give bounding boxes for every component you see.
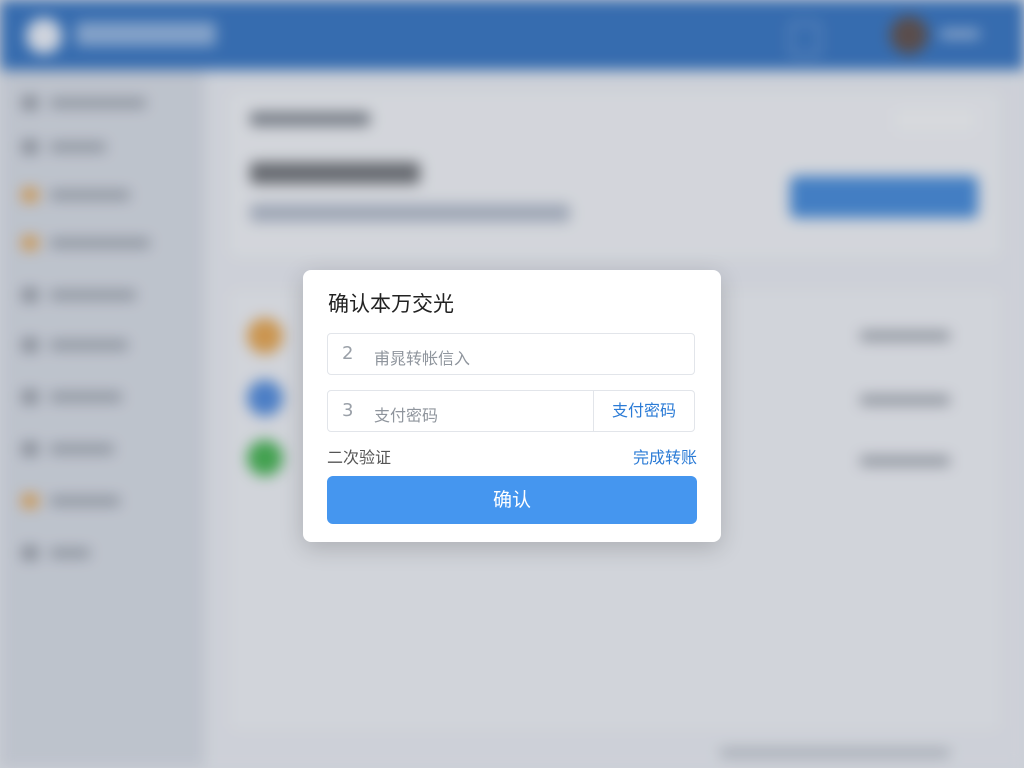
confirm-transfer-dialog: 确认本万交光 2 甫晁转帐信入 3 支付密码 支付密码 二次验证 完成转账 确认 (303, 270, 721, 542)
complete-transfer-link[interactable]: 完成转账 (633, 444, 697, 468)
step-number: 2 (342, 343, 354, 364)
transfer-info-field[interactable]: 2 甫晁转帐信入 (327, 333, 695, 375)
step-number: 3 (342, 400, 354, 421)
confirm-button[interactable]: 确认 (327, 476, 697, 524)
dialog-title: 确认本万交光 (328, 292, 454, 316)
password-placeholder: 支付密码 (374, 406, 439, 425)
second-verification-label: 二次验证 (327, 448, 392, 467)
payment-password-button[interactable]: 支付密码 (593, 391, 694, 431)
payment-password-field[interactable]: 3 支付密码 支付密码 (327, 390, 695, 432)
transfer-info-placeholder: 甫晁转帐信入 (374, 349, 471, 368)
